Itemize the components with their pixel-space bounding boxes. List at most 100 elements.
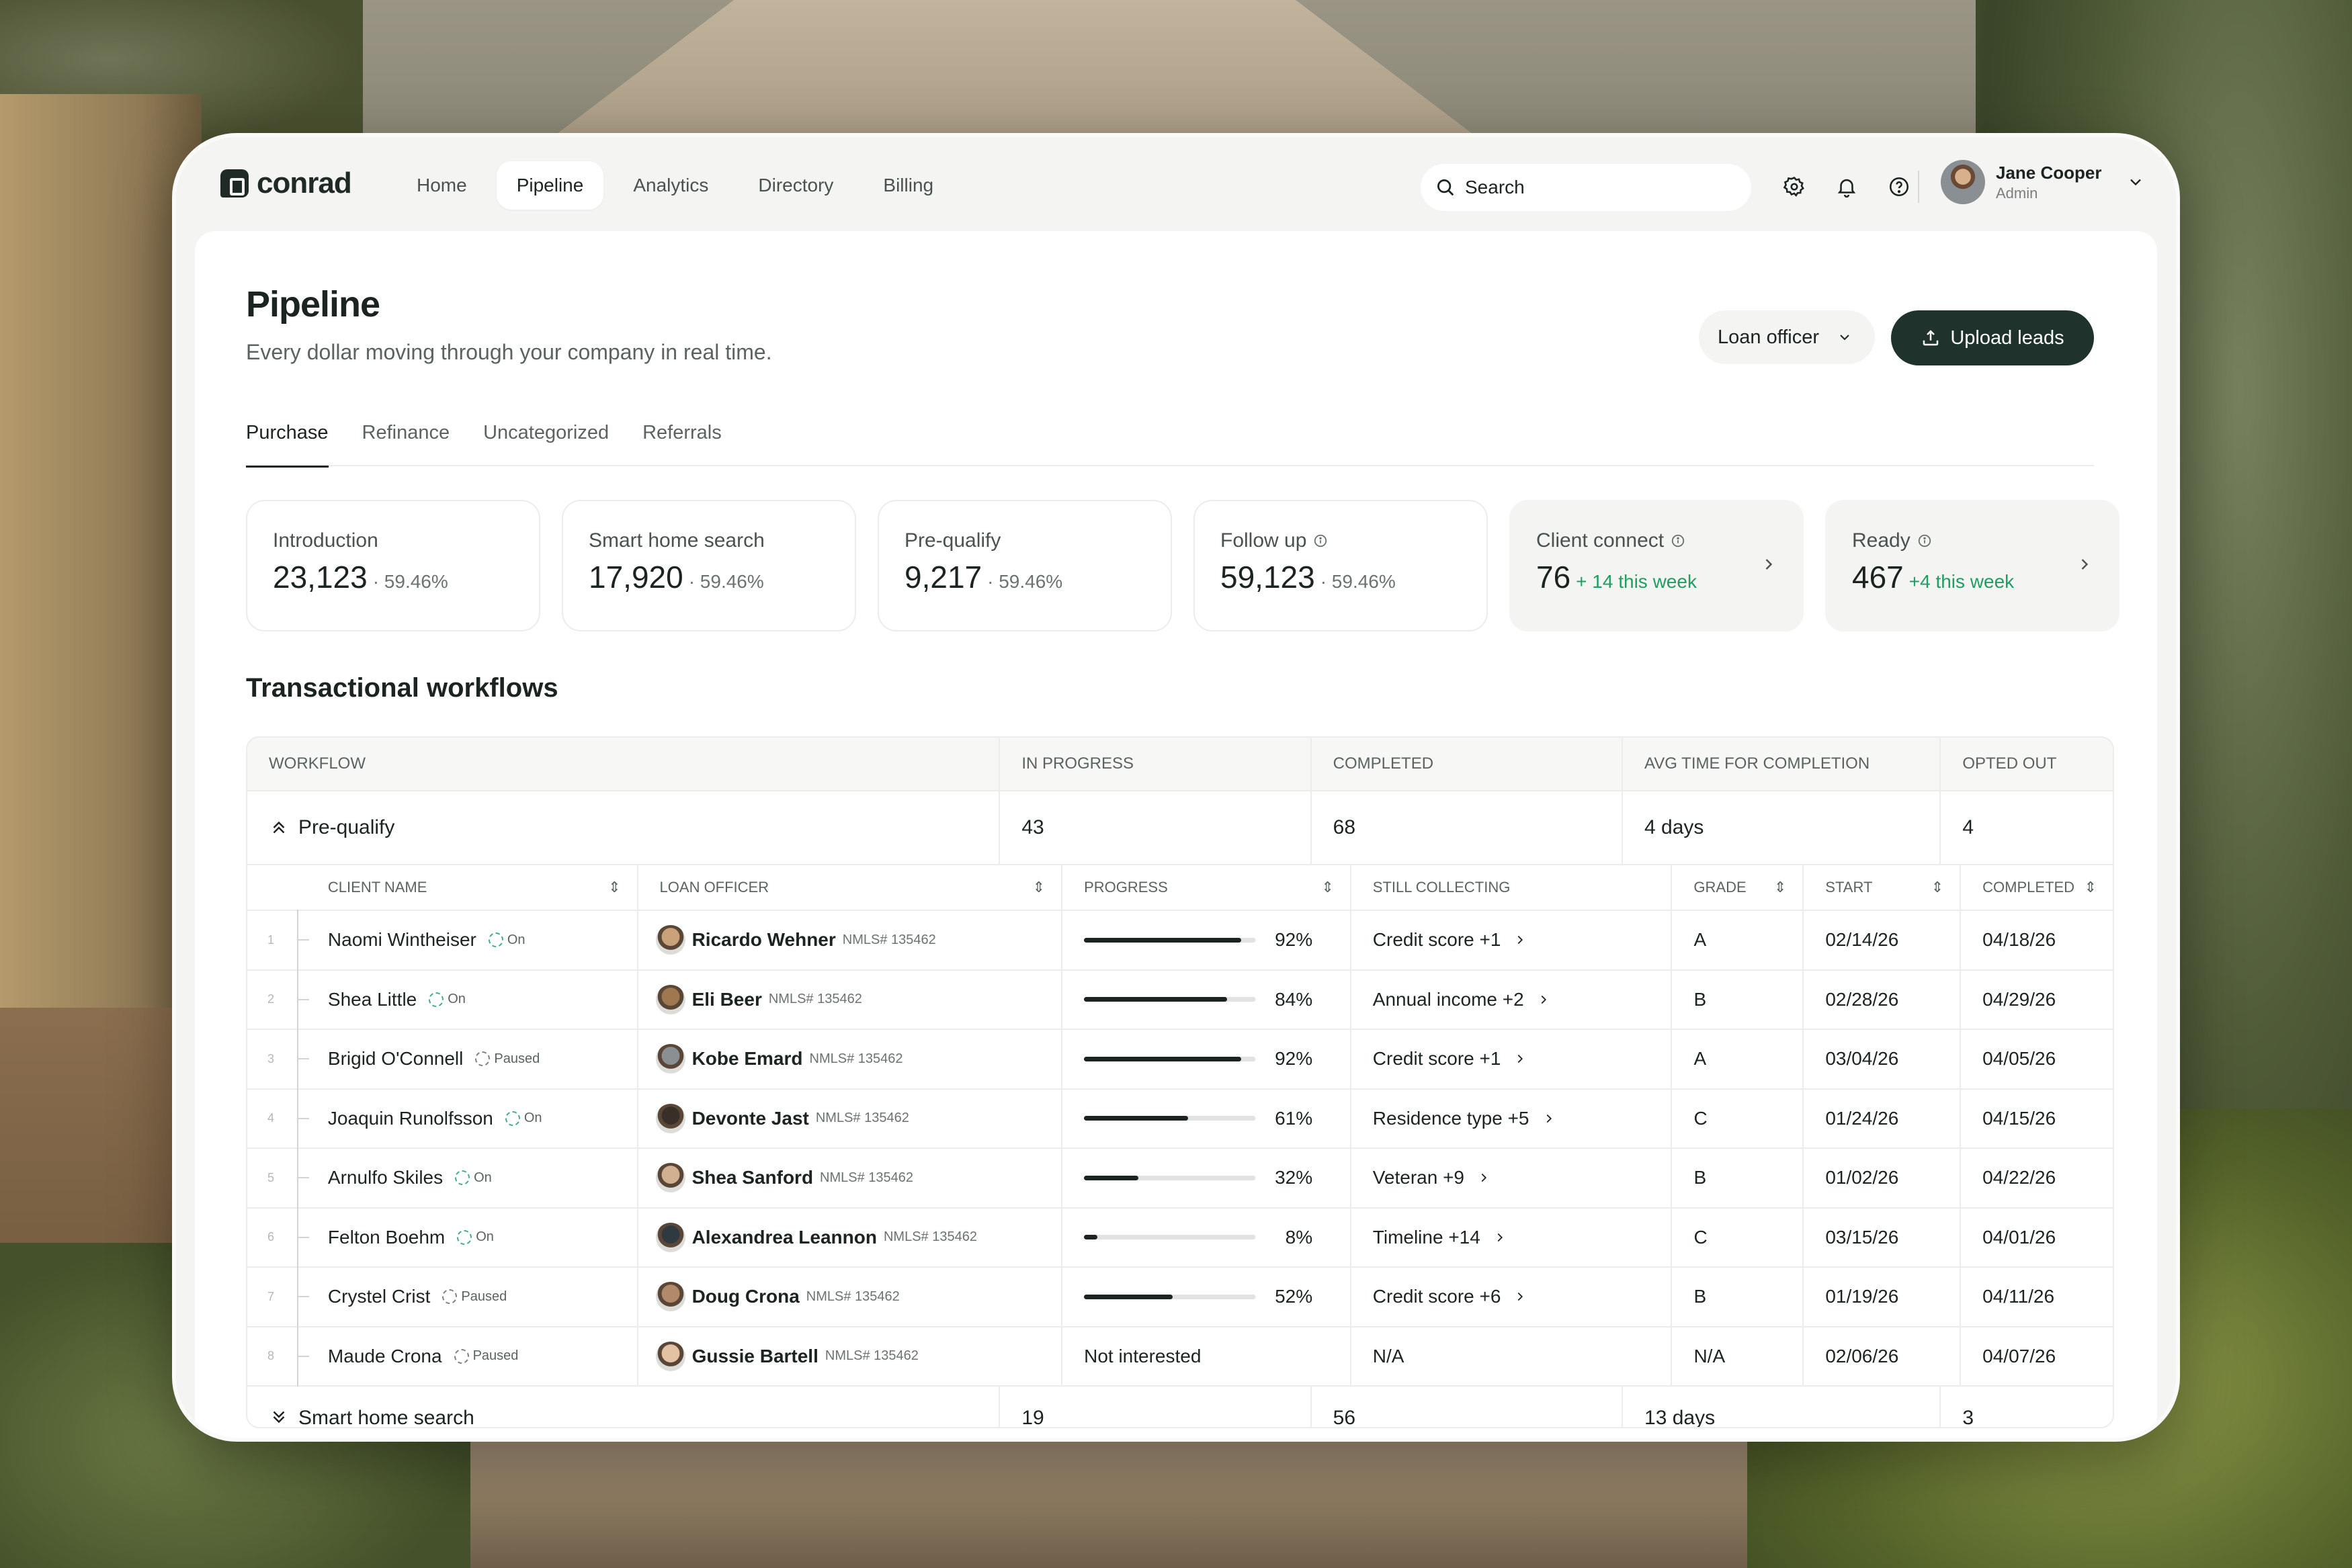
info-icon[interactable] [1671, 533, 1685, 548]
workflows-table: Workflow In progress Completed Avg time … [246, 736, 2114, 1428]
progress-bar [1084, 1056, 1257, 1061]
sort-progress[interactable]: Progress ⇕ [1062, 865, 1351, 910]
sort-completed[interactable]: Completed ⇕ [1961, 865, 2113, 910]
loan-officer-name: Eli Beer [691, 988, 762, 1010]
start-date: 02/06/26 [1804, 1327, 1962, 1385]
nav-directory[interactable]: Directory [738, 161, 853, 210]
tab-referrals[interactable]: Referrals [642, 411, 722, 466]
table-row[interactable]: 4 Joaquin Runolfsson On Devonte Jast NML… [247, 1088, 2113, 1149]
nav-billing[interactable]: Billing [863, 161, 954, 210]
upload-leads-button[interactable]: Upload leads [1891, 310, 2094, 365]
still-collecting: Credit score +1 [1372, 929, 1501, 951]
chevron-right-icon[interactable] [1476, 1170, 1491, 1185]
status-badge: On [505, 1110, 542, 1126]
completed-date: 04/15/26 [1982, 1107, 2056, 1129]
sort-icon: ⇕ [1773, 879, 1787, 896]
workflow-group-row[interactable]: Smart home search 19 56 13 days 3 [247, 1387, 2113, 1427]
table-row[interactable]: 6 Felton Boehm On Alexandrea Leannon NML… [247, 1207, 2113, 1268]
chevron-right-icon[interactable] [1513, 1051, 1527, 1066]
sort-loan-officer[interactable]: Loan officer ⇕ [638, 865, 1063, 910]
user-menu[interactable]: Jane Cooper Admin [1941, 160, 2145, 204]
chevron-right-icon[interactable] [1542, 1111, 1556, 1126]
progress-percent: 61% [1275, 1107, 1313, 1129]
card-introduction[interactable]: Introduction 23,123 · 59.46% [246, 500, 540, 631]
card-pre-qualify[interactable]: Pre-qualify 9,217 · 59.46% [878, 500, 1172, 631]
chevron-right-icon[interactable] [1513, 932, 1527, 947]
status-badge: Paused [442, 1289, 507, 1305]
help-button[interactable] [1884, 172, 1914, 202]
start-date: 01/24/26 [1804, 1089, 1962, 1147]
loan-officer-filter[interactable]: Loan officer [1699, 310, 1875, 364]
sort-start[interactable]: Start ⇕ [1804, 865, 1962, 910]
topbar-divider [1918, 171, 1919, 203]
nmls-number: NMLS# 135462 [842, 932, 936, 947]
nav-pipeline[interactable]: Pipeline [496, 161, 604, 210]
table-row[interactable]: 1 Naomi Wintheiser On Ricardo Wehner NML… [247, 910, 2113, 971]
card-delta: +4 this week [1908, 571, 2015, 592]
search-box[interactable] [1421, 164, 1751, 211]
chevron-right-icon[interactable] [1513, 1289, 1527, 1304]
stage-cards: Introduction 23,123 · 59.46% Smart home s… [246, 500, 2119, 631]
sort-client-name[interactable]: Client name ⇕ [328, 865, 638, 910]
group-avg-time: 13 days [1623, 1387, 1941, 1427]
info-icon[interactable] [1917, 533, 1932, 548]
search-input[interactable] [1465, 177, 1720, 198]
chevron-down-icon [1840, 335, 1849, 341]
progress-fill [1084, 997, 1228, 1002]
status-icon [505, 1110, 520, 1126]
progress-fill [1084, 1116, 1189, 1121]
table-row[interactable]: 8 Maude Crona Paused Gussie Bartell NMLS… [247, 1325, 2113, 1387]
status-icon [455, 1170, 470, 1186]
chevron-down-icon [2130, 179, 2141, 186]
col-avg-time: Avg time for completion [1623, 738, 1941, 790]
filter-label: Loan officer [1718, 326, 1820, 348]
tab-refinance[interactable]: Refinance [362, 411, 450, 466]
card-smart-home-search[interactable]: Smart home search 17,920 · 59.46% [562, 500, 856, 631]
nav-analytics[interactable]: Analytics [613, 161, 728, 210]
avatar [655, 1163, 685, 1193]
tab-purchase[interactable]: Purchase [246, 411, 329, 468]
settings-button[interactable] [1779, 172, 1809, 202]
progress-percent: 92% [1275, 1048, 1313, 1070]
client-name: Shea Little [327, 988, 417, 1010]
expand-icon[interactable] [269, 1407, 289, 1427]
sort-grade[interactable]: Grade ⇕ [1672, 865, 1804, 910]
notifications-button[interactable] [1832, 172, 1861, 202]
page-title: Pipeline [246, 284, 380, 324]
collapse-icon[interactable] [269, 818, 289, 838]
nmls-number: NMLS# 135462 [806, 1289, 900, 1304]
nmls-number: NMLS# 135462 [825, 1348, 919, 1364]
card-label: Smart home search [589, 529, 765, 552]
still-collecting: Veteran +9 [1372, 1167, 1465, 1188]
card-percent: · 59.46% [688, 571, 764, 592]
chevron-right-icon[interactable] [1493, 1230, 1507, 1245]
workflow-group-row[interactable]: Pre-qualify 43 68 4 days 4 [247, 791, 2113, 865]
card-client-connect[interactable]: Client connect 76 + 14 this week [1509, 500, 1804, 631]
chevron-right-icon[interactable] [1536, 992, 1551, 1007]
still-collecting: N/A [1372, 1345, 1404, 1366]
client-name: Arnulfo Skiles [327, 1167, 444, 1188]
table-row[interactable]: 2 Shea Little On Eli Beer NMLS# 135462 8… [247, 969, 2113, 1030]
table-row[interactable]: 7 Crystel Crist Paused Doug Crona NMLS# … [247, 1266, 2113, 1327]
nav-home[interactable]: Home [396, 161, 487, 210]
logo[interactable]: conrad [220, 167, 352, 200]
info-icon[interactable] [1313, 533, 1328, 548]
card-follow-up[interactable]: Follow up 59,123 · 59.46% [1193, 500, 1488, 631]
row-number: 1 [247, 910, 328, 970]
tab-uncategorized[interactable]: Uncategorized [483, 411, 609, 466]
progress-percent: 92% [1275, 929, 1313, 951]
sort-icon: ⇕ [1032, 879, 1046, 896]
progress-fill [1084, 1056, 1241, 1061]
client-name: Brigid O'Connell [327, 1048, 464, 1070]
card-ready[interactable]: Ready 467 +4 this week [1825, 500, 2119, 631]
row-number: 6 [247, 1207, 328, 1267]
row-number: 4 [247, 1088, 328, 1148]
status-badge: On [488, 932, 526, 948]
card-label: Follow up [1220, 529, 1307, 552]
table-row[interactable]: 3 Brigid O'Connell Paused Kobe Emard NML… [247, 1029, 2113, 1090]
logo-icon [220, 169, 249, 198]
table-row[interactable]: 5 Arnulfo Skiles On Shea Sanford NMLS# 1… [247, 1147, 2113, 1209]
group-in-progress: 19 [1000, 1387, 1312, 1427]
grade: N/A [1672, 1327, 1804, 1385]
nmls-number: NMLS# 135462 [809, 1051, 903, 1066]
